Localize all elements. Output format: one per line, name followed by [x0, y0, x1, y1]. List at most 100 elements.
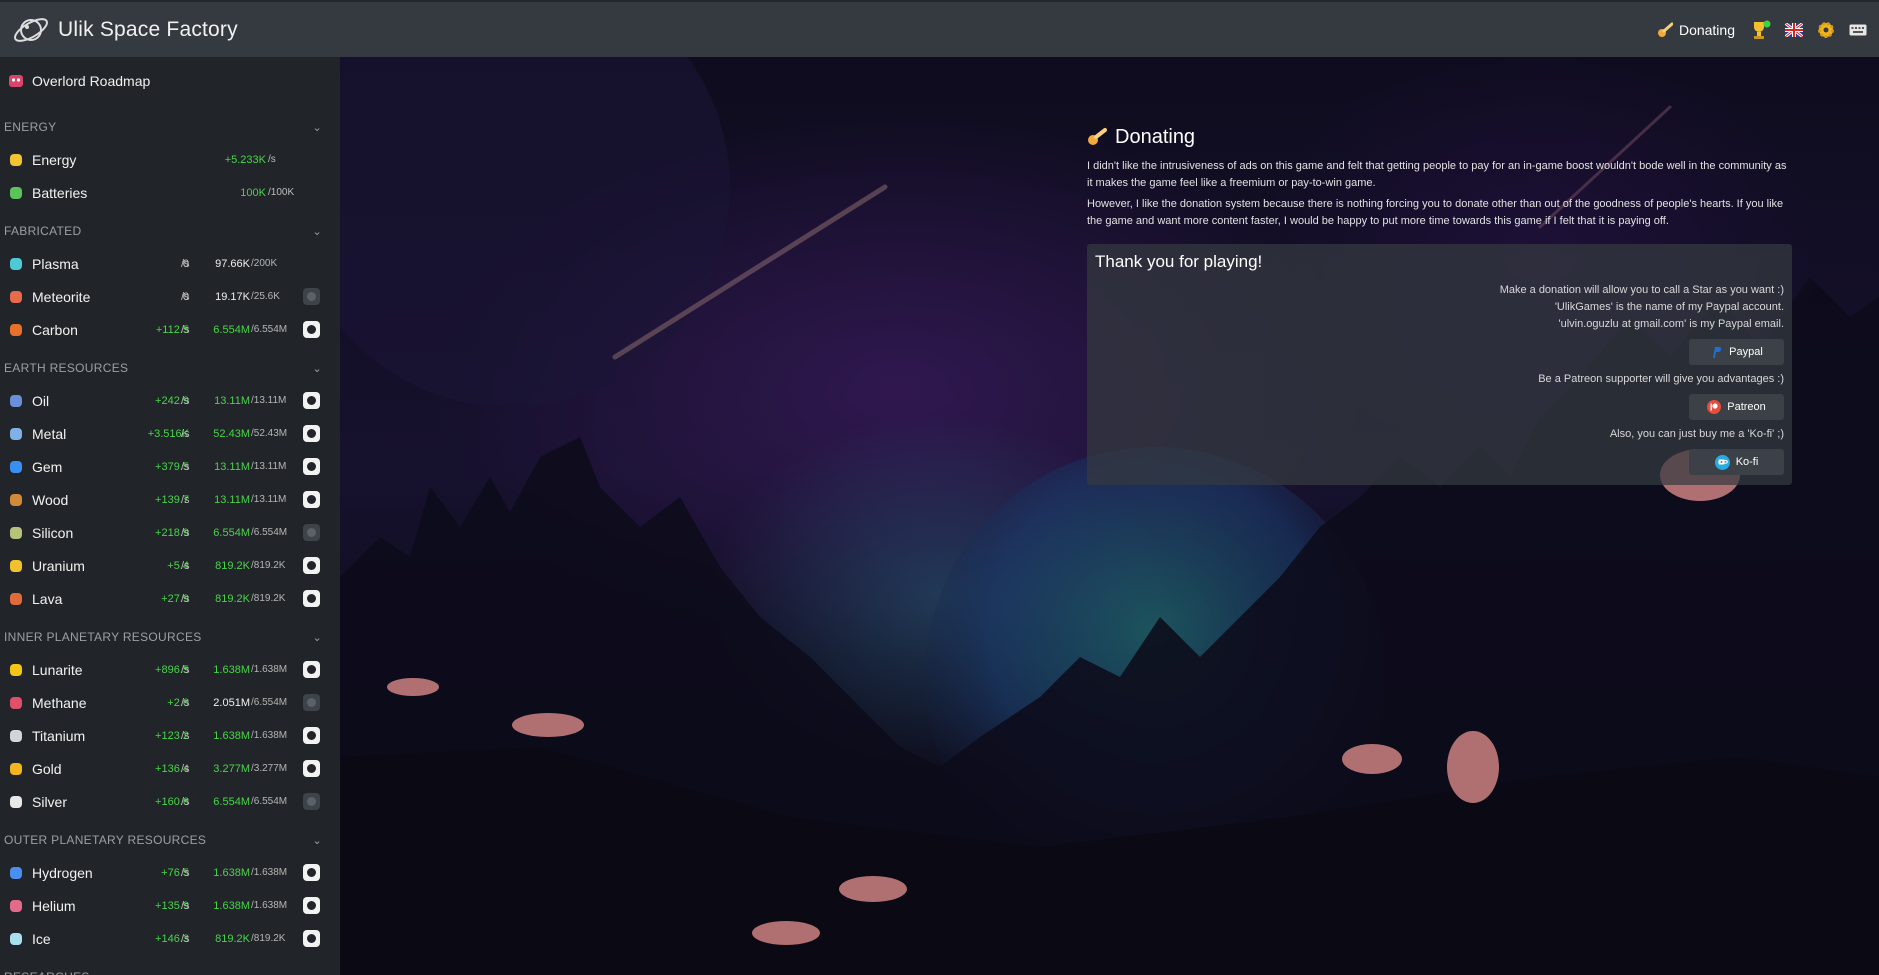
resource-amount: 6.554M: [213, 526, 250, 539]
section-title: FABRICATED: [4, 224, 82, 238]
resource-row[interactable]: Ice +146.3/s 819.2K/819.2K: [0, 922, 340, 955]
upgrade-button[interactable]: [303, 793, 320, 810]
resource-unit: /s: [181, 460, 190, 473]
resource-max: /200K: [251, 258, 278, 269]
gear-icon[interactable]: [1817, 21, 1835, 39]
resource-unit: /s: [181, 932, 190, 945]
sidebar-item-overlord-roadmap[interactable]: Overlord Roadmap: [0, 57, 340, 105]
upgrade-button[interactable]: [303, 392, 320, 409]
upgrade-button[interactable]: [303, 760, 320, 777]
resource-max: /1.638M: [251, 664, 288, 675]
resource-row[interactable]: Hydrogen +76.5/s 1.638M/1.638M: [0, 856, 340, 889]
resource-amount: 819.2K: [215, 932, 250, 945]
patreon-line: Be a Patreon supporter will give you adv…: [1538, 373, 1784, 385]
plus-icon: [307, 462, 316, 471]
resource-amount: 1.638M: [213, 729, 250, 742]
upgrade-button[interactable]: [303, 458, 320, 475]
resource-row[interactable]: Lava +27.9/s 819.2K/819.2K: [0, 582, 340, 615]
keyboard-icon[interactable]: [1849, 23, 1867, 37]
paypal-line-3: 'ulvin.oguzlu at gmail.com' is my Paypal…: [1558, 318, 1784, 330]
section-title: ENERGY: [4, 120, 57, 134]
upgrade-button[interactable]: [303, 727, 320, 744]
battery-icon: [7, 184, 25, 202]
helium-icon: [7, 897, 25, 915]
plus-icon: [307, 665, 316, 674]
uranium-icon: [7, 557, 25, 575]
upgrade-button[interactable]: [303, 491, 320, 508]
resource-unit: /s: [181, 290, 190, 303]
resource-row[interactable]: Meteorite 0/s 19.17K/25.6K: [0, 280, 340, 313]
resource-row[interactable]: Helium +135.9/s 1.638M/1.638M: [0, 889, 340, 922]
upgrade-button[interactable]: [303, 864, 320, 881]
upgrade-button[interactable]: [303, 694, 320, 711]
uk-flag-icon[interactable]: [1785, 22, 1803, 37]
resource-row[interactable]: Gold +136.4/s 3.277M/3.277M: [0, 752, 340, 785]
resource-max: /6.554M: [251, 796, 288, 807]
resource-max: /6.554M: [251, 324, 288, 335]
page-title-text: Donating: [1115, 125, 1196, 148]
brand[interactable]: Ulik Space Factory: [0, 9, 238, 51]
resource-row[interactable]: Oil +242.9/s 13.11M/13.11M: [0, 384, 340, 417]
plus-icon: [307, 292, 316, 301]
upgrade-button[interactable]: [303, 524, 320, 541]
kofi-button[interactable]: Ko-fi: [1689, 449, 1784, 475]
resource-unit: /100K: [268, 187, 295, 198]
resource-name: Plasma: [32, 255, 79, 272]
resource-max: /1.638M: [251, 730, 288, 741]
resource-row[interactable]: Metal +3.516K/s 52.43M/52.43M: [0, 417, 340, 450]
resource-row[interactable]: Methane +2.6/s 2.051M/6.554M: [0, 686, 340, 719]
methane-icon: [7, 694, 25, 712]
resource-name: Silver: [32, 793, 68, 810]
kofi-line: Also, you can just buy me a 'Ko-fi' ;): [1609, 428, 1784, 440]
resource-row[interactable]: Silver +160.6/s 6.554M/6.554M: [0, 785, 340, 818]
upgrade-button[interactable]: [303, 661, 320, 678]
plus-icon: [307, 764, 316, 773]
top-navbar: Ulik Space Factory Donating: [0, 0, 1879, 57]
resource-unit: /s: [181, 795, 190, 808]
section-header[interactable]: OUTER PLANETARY RESOURCES ⌄: [0, 824, 340, 856]
paypal-button[interactable]: Paypal: [1689, 339, 1784, 365]
section-header[interactable]: FABRICATED ⌄: [0, 215, 340, 247]
upgrade-button[interactable]: [303, 288, 320, 305]
intro-paragraph-2: However, I like the donation system beca…: [1087, 198, 1784, 227]
gold-icon: [7, 760, 25, 778]
upgrade-button[interactable]: [303, 557, 320, 574]
resource-max: /6.554M: [251, 697, 288, 708]
resource-row[interactable]: Plasma 0/s 97.66K/200K: [0, 247, 340, 280]
resource-row[interactable]: Wood +139.7/s 13.11M/13.11M: [0, 483, 340, 516]
kofi-button-label: Ko-fi: [1735, 456, 1759, 468]
resource-row[interactable]: Titanium +123.2/s 1.638M/1.638M: [0, 719, 340, 752]
resource-row[interactable]: Gem +379.5/s 13.11M/13.11M: [0, 450, 340, 483]
upgrade-button[interactable]: [303, 425, 320, 442]
resource-row[interactable]: Uranium +5.4/s 819.2K/819.2K: [0, 549, 340, 582]
section-header[interactable]: INNER PLANETARY RESOURCES ⌄: [0, 621, 340, 653]
silicon-icon: [7, 524, 25, 542]
upgrade-button[interactable]: [303, 321, 320, 338]
plus-icon: [307, 731, 316, 740]
resource-row[interactable]: Silicon +218.9/s 6.554M/6.554M: [0, 516, 340, 549]
upgrade-button[interactable]: [303, 590, 320, 607]
resource-name: Gem: [32, 458, 63, 475]
resource-row[interactable]: Energy +5.233K/s: [0, 143, 340, 176]
donating-content: Donating I didn't like the intrusiveness…: [1087, 122, 1792, 485]
ice-icon: [7, 930, 25, 948]
resource-row[interactable]: Batteries 100K/100K: [0, 176, 340, 209]
section-header[interactable]: EARTH RESOURCES ⌄: [0, 352, 340, 384]
patreon-button[interactable]: Patreon: [1689, 394, 1784, 420]
trophy-icon[interactable]: [1749, 20, 1771, 40]
resource-name: Metal: [32, 425, 67, 442]
resource-name: Batteries: [32, 184, 88, 201]
resource-name: Energy: [32, 151, 77, 168]
oil-icon: [7, 392, 25, 410]
resource-row[interactable]: Carbon +112.5/s 6.554M/6.554M: [0, 313, 340, 346]
resource-row[interactable]: Lunarite +896.5/s 1.638M/1.638M: [0, 653, 340, 686]
upgrade-button[interactable]: [303, 897, 320, 914]
section-header[interactable]: RESEARCHES ⌄: [0, 961, 340, 975]
upgrade-button[interactable]: [303, 930, 320, 947]
resource-amount: 1.638M: [213, 866, 250, 879]
chevron-down-icon: ⌄: [312, 225, 322, 238]
plus-icon: [307, 698, 316, 707]
resource-max: /13.11M: [251, 395, 287, 406]
donating-link[interactable]: Donating: [1657, 22, 1735, 38]
section-header[interactable]: ENERGY ⌄: [0, 111, 340, 143]
